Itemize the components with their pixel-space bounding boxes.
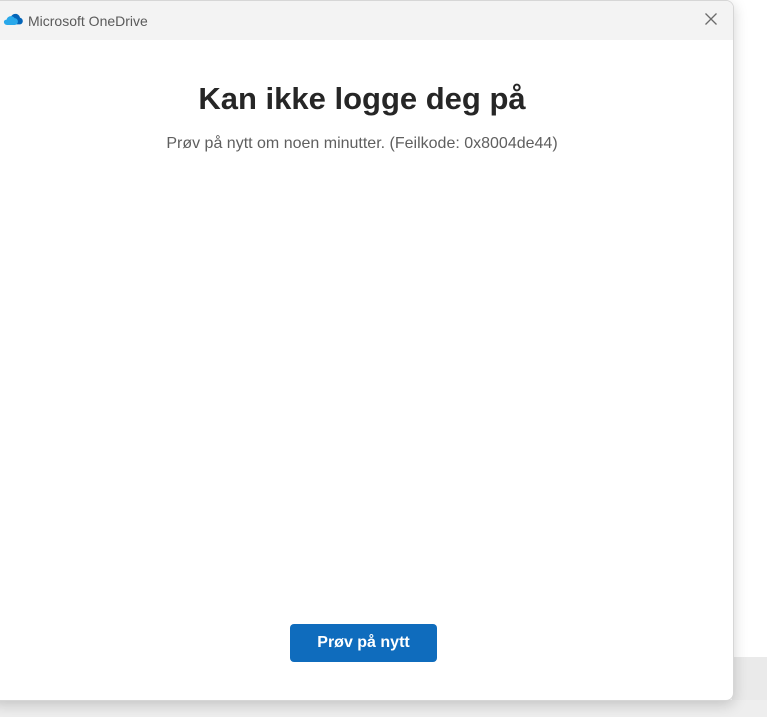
retry-button[interactable]: Prøv på nytt: [290, 624, 437, 662]
close-icon: [704, 12, 718, 31]
page-title: Kan ikke logge deg på: [198, 81, 526, 116]
onedrive-cloud-icon: [3, 13, 23, 27]
close-button[interactable]: [699, 9, 723, 33]
background-taskbar-edge: [0, 700, 767, 717]
title-bar[interactable]: Microsoft OneDrive: [0, 1, 733, 40]
window-title: Microsoft OneDrive: [28, 13, 148, 29]
onedrive-dialog: Microsoft OneDrive Kan ikke logge deg på…: [0, 0, 734, 701]
error-message: Prøv på nytt om noen minutter. (Feilkode…: [166, 135, 558, 152]
